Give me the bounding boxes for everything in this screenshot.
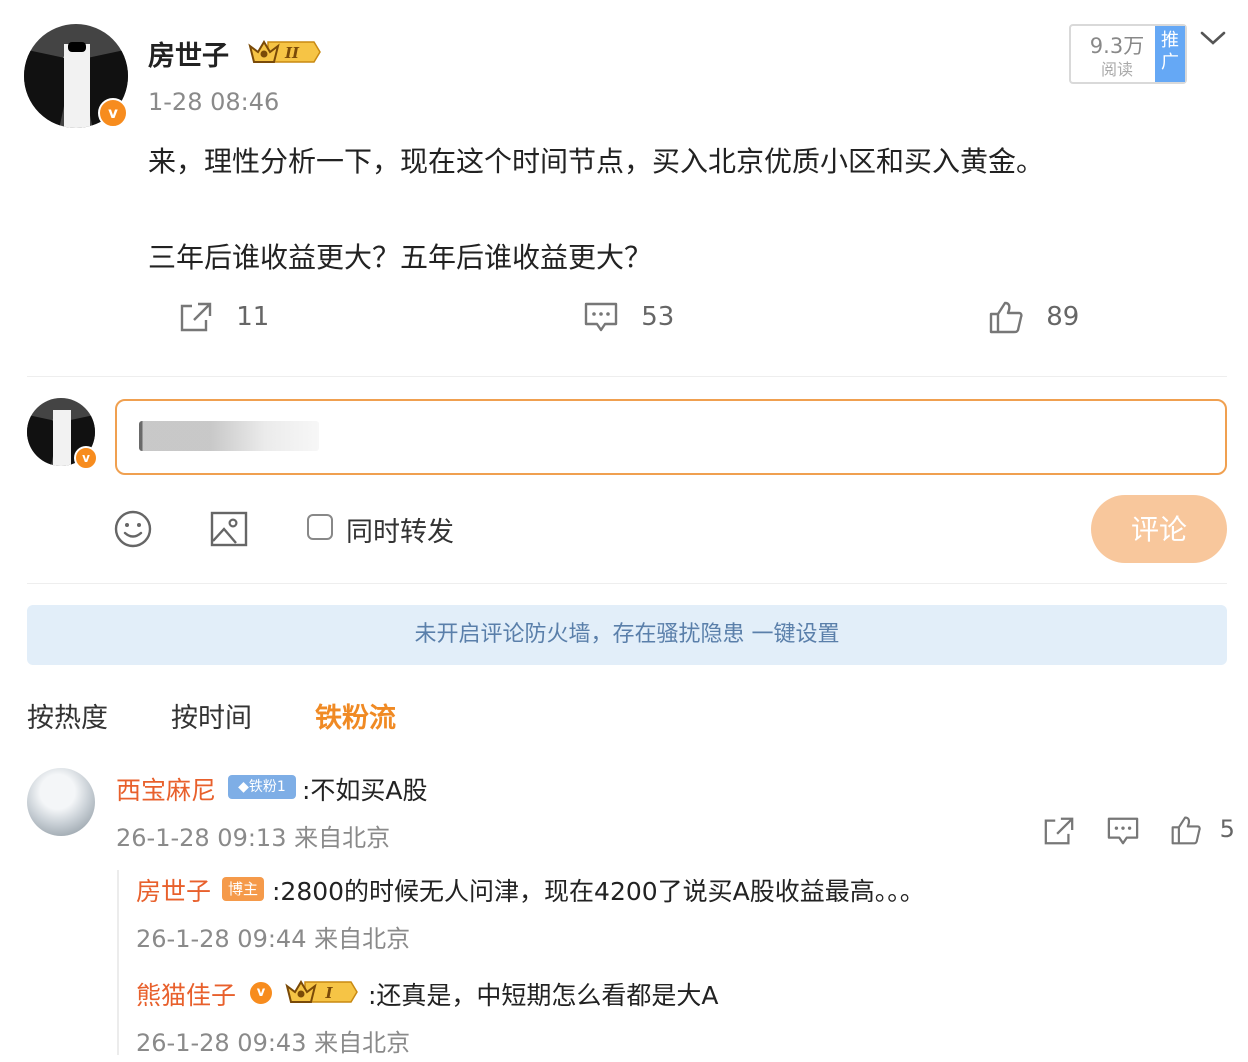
read-count-box[interactable]: 9.3万 阅读 推广 xyxy=(1069,24,1187,84)
comment-text: :不如买A股 xyxy=(302,776,428,805)
share-icon xyxy=(180,302,212,332)
repost-checkbox-label[interactable]: 同时转发 xyxy=(346,510,454,549)
crown-icon: I xyxy=(285,980,358,1003)
reply-meta: 26-1-28 09:43 来自北京 xyxy=(136,1029,411,1057)
thumbs-up-icon xyxy=(1171,816,1201,845)
share-icon[interactable] xyxy=(1042,815,1076,847)
reply-author-name[interactable]: 熊猫佳子 xyxy=(136,976,236,1012)
repost-count: 11 xyxy=(236,301,270,332)
divider xyxy=(27,376,1227,377)
verified-v-icon: v xyxy=(74,446,98,470)
reply-thread-bar xyxy=(117,870,119,1055)
tab-by-heat[interactable]: 按热度 xyxy=(27,696,108,735)
verified-v-icon: v xyxy=(98,98,128,128)
tab-by-time[interactable]: 按时间 xyxy=(171,696,252,735)
chevron-down-icon[interactable] xyxy=(1198,24,1228,54)
redacted-text xyxy=(139,421,319,451)
comment-like-count: 5 xyxy=(1219,815,1235,843)
owner-badge: 博主 xyxy=(222,877,264,901)
submit-comment-button[interactable]: 评论 xyxy=(1091,495,1227,563)
post-timestamp[interactable]: 1-28 08:46 xyxy=(148,88,279,116)
fan-badge: ◆铁粉1 xyxy=(228,775,296,799)
divider xyxy=(27,583,1227,584)
svg-text:I: I xyxy=(324,984,333,1002)
comment-button[interactable]: 53 xyxy=(583,300,674,334)
diamond-icon: ◆ xyxy=(238,779,249,795)
firewall-notice[interactable]: 未开启评论防火墙，存在骚扰隐患 一键设置 xyxy=(27,605,1227,665)
svg-text:II: II xyxy=(284,44,300,62)
read-label: 阅读 xyxy=(1100,60,1133,79)
comment-input[interactable] xyxy=(115,399,1227,475)
reply-author-name[interactable]: 房世子 xyxy=(136,872,211,908)
fan-badge-label: 铁粉1 xyxy=(248,779,286,795)
promote-button[interactable]: 推广 xyxy=(1155,26,1185,82)
comment-count: 53 xyxy=(641,301,675,332)
comment-icon[interactable] xyxy=(1106,815,1140,847)
comment-meta: 26-1-28 09:13 来自北京 xyxy=(116,824,391,852)
reply-meta: 26-1-28 09:44 来自北京 xyxy=(136,925,411,953)
comment-icon xyxy=(584,302,618,332)
author-name[interactable]: 房世子 xyxy=(148,34,229,73)
post-line: 三年后谁收益更大？五年后谁收益更大？ xyxy=(148,241,653,274)
post-body: 来，理性分析一下，现在这个时间节点，买入北京优质小区和买入黄金。 三年后谁收益更… xyxy=(148,138,1044,282)
reply-text: :2800的时候无人问津，现在4200了说买A股收益最高。。。 xyxy=(272,877,925,906)
tab-iron-fans[interactable]: 铁粉流 xyxy=(315,696,396,735)
comment-like-button[interactable]: 5 xyxy=(1170,814,1235,846)
post-line: 来，理性分析一下，现在这个时间节点，买入北京优质小区和买入黄金。 xyxy=(148,145,1045,178)
reply-text: :还真是，中短期怎么看都是大A xyxy=(368,981,719,1010)
crown-icon: II xyxy=(248,40,321,63)
image-icon[interactable] xyxy=(209,509,249,549)
emoji-icon[interactable] xyxy=(113,509,153,549)
like-button[interactable]: 89 xyxy=(988,300,1079,334)
like-count: 89 xyxy=(1046,301,1080,332)
repost-button[interactable]: 11 xyxy=(178,300,269,334)
verified-v-icon: v xyxy=(248,980,274,1006)
thumbs-up-icon xyxy=(989,301,1023,334)
commenter-name[interactable]: 西宝麻尼 xyxy=(116,771,216,807)
repost-checkbox[interactable] xyxy=(307,514,333,540)
commenter-avatar[interactable] xyxy=(27,768,95,836)
